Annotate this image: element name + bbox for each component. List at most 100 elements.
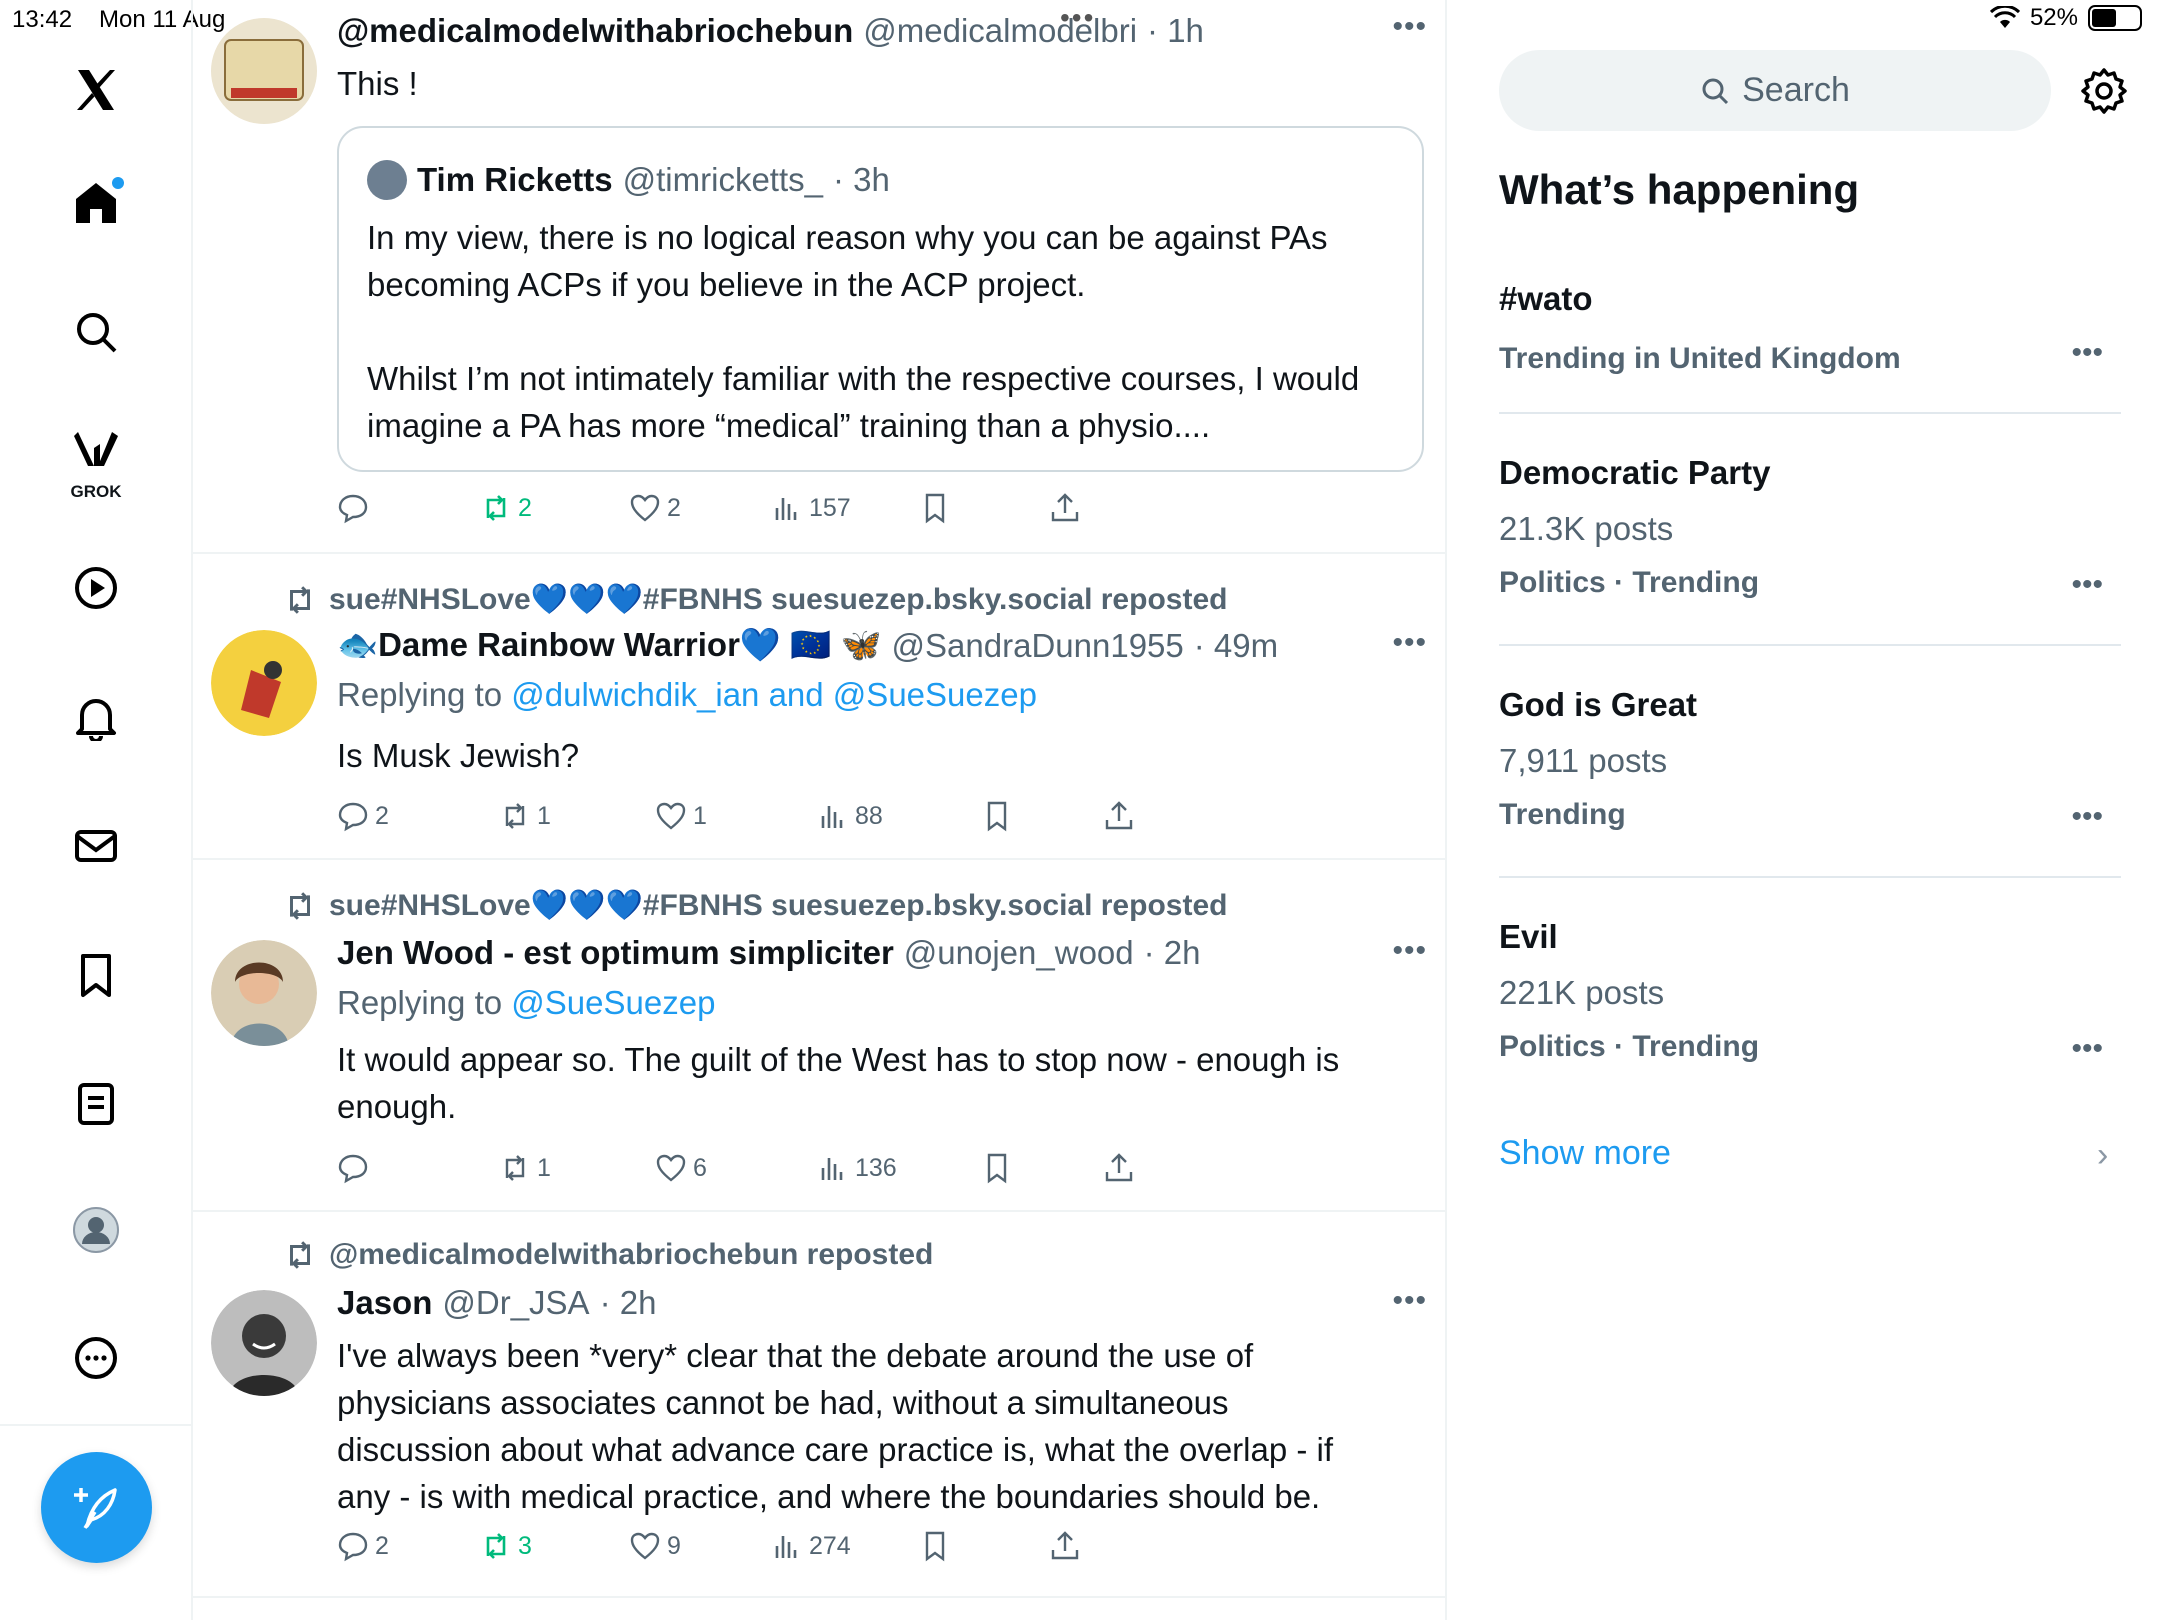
avatar[interactable] xyxy=(211,18,317,124)
reply-button[interactable] xyxy=(337,492,375,524)
tweet[interactable]: sue#NHSLove💙💙💙#FBNHS suesuezep.bsky.soci… xyxy=(193,554,1445,860)
views-button[interactable]: 274 xyxy=(771,1530,851,1562)
trend-item[interactable]: Democratic Party 21.3K posts Politics · … xyxy=(1499,454,2121,602)
views-button[interactable]: 88 xyxy=(817,800,883,832)
share-button[interactable] xyxy=(1049,492,1081,524)
sidebar-item-home[interactable] xyxy=(56,163,136,243)
trend-name: God is Great xyxy=(1499,686,1698,723)
search-placeholder: Search xyxy=(1742,71,1850,109)
repost-button[interactable]: 1 xyxy=(499,800,551,832)
author-handle[interactable]: @unojen_wood xyxy=(904,934,1134,972)
bookmark-button[interactable] xyxy=(919,1530,951,1562)
like-button[interactable]: 1 xyxy=(655,800,707,832)
compose-button[interactable] xyxy=(41,1452,152,1563)
like-icon xyxy=(656,1154,686,1182)
author-name[interactable]: @medicalmodelwithabriochebun xyxy=(337,12,853,50)
share-icon xyxy=(1105,1153,1133,1182)
reply-icon xyxy=(338,1532,368,1562)
sidebar-item-lists[interactable] xyxy=(56,1064,136,1144)
repost-by[interactable]: @medicalmodelwithabriochebun reposted xyxy=(329,1238,933,1272)
author-name[interactable]: Jason xyxy=(337,1284,432,1322)
tweet-more-icon[interactable]: ••• xyxy=(1392,626,1427,660)
tweet-text: Is Musk Jewish? xyxy=(337,737,580,774)
share-icon xyxy=(1105,801,1133,830)
share-button[interactable] xyxy=(1103,1152,1135,1184)
tweet[interactable]: sue#NHSLove💙💙💙#FBNHS suesuezep.bsky.soci… xyxy=(193,860,1445,1212)
like-button[interactable]: 2 xyxy=(629,492,681,524)
bookmark-button[interactable] xyxy=(919,492,951,524)
tweet-time[interactable]: · 1h xyxy=(1147,12,1204,50)
bookmark-button[interactable] xyxy=(981,800,1013,832)
repost-by[interactable]: sue#NHSLove💙💙💙#FBNHS suesuezep.bsky.soci… xyxy=(329,582,1227,617)
sidebar-item-messages[interactable] xyxy=(56,806,136,886)
chevron-right-icon[interactable]: › xyxy=(2097,1136,2108,1175)
reply-to-link[interactable]: @SueSuezep xyxy=(511,984,715,1021)
trend-name: Evil xyxy=(1499,918,1558,955)
view-count: 88 xyxy=(855,801,883,830)
views-button[interactable]: 157 xyxy=(771,492,851,524)
reply-prefix: Replying to xyxy=(337,984,503,1021)
tweet[interactable]: @medicalmodelwithabriochebun reposted Ja… xyxy=(193,1212,1445,1598)
gear-icon[interactable] xyxy=(2079,66,2129,116)
author-handle[interactable]: @SandraDunn1955 xyxy=(892,627,1184,665)
author-handle[interactable]: @Dr_JSA xyxy=(442,1284,589,1322)
author-name[interactable]: 🐟Dame Rainbow Warrior💙 🇪🇺 🦋 xyxy=(337,626,882,665)
trend-item[interactable]: Evil 221K posts Politics · Trending ••• xyxy=(1499,918,2121,1066)
like-button[interactable]: 9 xyxy=(629,1530,681,1562)
tweet-header: @medicalmodelwithabriochebun @medicalmod… xyxy=(337,12,1204,50)
compose-icon xyxy=(73,1487,117,1529)
x-logo-icon[interactable] xyxy=(56,50,136,130)
trend-more-icon[interactable]: ••• xyxy=(2071,800,2103,834)
repost-button[interactable]: 3 xyxy=(480,1530,532,1562)
trend-more-icon[interactable]: ••• xyxy=(2071,1032,2103,1066)
share-button[interactable] xyxy=(1049,1530,1081,1562)
avatar[interactable] xyxy=(211,940,317,1046)
search-input[interactable]: Search xyxy=(1499,50,2051,131)
repost-count: 3 xyxy=(518,1531,532,1560)
sidebar-item-grok[interactable]: GROK xyxy=(56,418,136,501)
bookmark-button[interactable] xyxy=(981,1152,1013,1184)
tweet-text: I've always been *very* clear that the d… xyxy=(337,1337,1334,1515)
tweet[interactable]: @medicalmodelwithabriochebun @medicalmod… xyxy=(193,0,1445,554)
repost-by[interactable]: sue#NHSLove💙💙💙#FBNHS suesuezep.bsky.soci… xyxy=(329,888,1227,923)
trend-more-icon[interactable]: ••• xyxy=(2071,568,2103,602)
reply-button[interactable]: 2 xyxy=(337,800,389,832)
reply-to-link[interactable]: @dulwichdik_ian and @SueSuezep xyxy=(511,676,1037,713)
sidebar-item-video[interactable] xyxy=(56,548,136,628)
sidebar-item-more[interactable] xyxy=(56,1318,136,1398)
tweet-more-icon[interactable]: ••• xyxy=(1392,1284,1427,1318)
trend-more-icon[interactable]: ••• xyxy=(2071,336,2103,370)
quoted-tweet[interactable]: Tim Ricketts @timricketts_ · 3h In my vi… xyxy=(337,126,1424,472)
repost-indicator: @medicalmodelwithabriochebun reposted xyxy=(283,1238,933,1272)
avatar[interactable] xyxy=(211,630,317,736)
trend-item[interactable]: #wato Trending in United Kingdom ••• xyxy=(1499,280,2121,376)
sidebar-item-bookmarks[interactable] xyxy=(56,935,136,1015)
reply-button[interactable]: 2 xyxy=(337,1530,389,1562)
repost-icon xyxy=(505,1155,525,1181)
grok-label: GROK xyxy=(70,482,122,501)
repost-indicator: sue#NHSLove💙💙💙#FBNHS suesuezep.bsky.soci… xyxy=(283,582,1227,617)
sidebar-item-profile[interactable] xyxy=(56,1190,136,1270)
author-name[interactable]: Jen Wood - est optimum simpliciter xyxy=(337,934,894,972)
reply-button[interactable] xyxy=(337,1152,375,1184)
tweet-more-icon[interactable]: ••• xyxy=(1392,934,1427,968)
trend-item[interactable]: God is Great 7,911 posts Trending ••• xyxy=(1499,686,2121,834)
tweet-time[interactable]: · 49m xyxy=(1194,627,1278,665)
share-button[interactable] xyxy=(1103,800,1135,832)
repost-button[interactable]: 2 xyxy=(480,492,532,524)
views-button[interactable]: 136 xyxy=(817,1152,897,1184)
tweet-time[interactable]: · 2h xyxy=(1144,934,1201,972)
repost-button[interactable]: 1 xyxy=(499,1152,551,1184)
timeline-feed[interactable]: @medicalmodelwithabriochebun @medicalmod… xyxy=(193,0,1447,1620)
like-button[interactable]: 6 xyxy=(655,1152,707,1184)
views-icon xyxy=(775,498,797,520)
like-icon xyxy=(630,494,660,522)
tweet-time[interactable]: · 2h xyxy=(600,1284,657,1322)
sidebar-item-notifications[interactable] xyxy=(56,677,136,757)
show-more-link[interactable]: Show more xyxy=(1499,1134,1671,1173)
author-handle[interactable]: @medicalmodelbri xyxy=(863,12,1137,50)
avatar[interactable] xyxy=(211,1290,317,1396)
tweet-text: It would appear so. The guilt of the Wes… xyxy=(337,1041,1340,1125)
tweet-more-icon[interactable]: ••• xyxy=(1392,10,1427,44)
sidebar-item-explore[interactable] xyxy=(56,292,136,372)
